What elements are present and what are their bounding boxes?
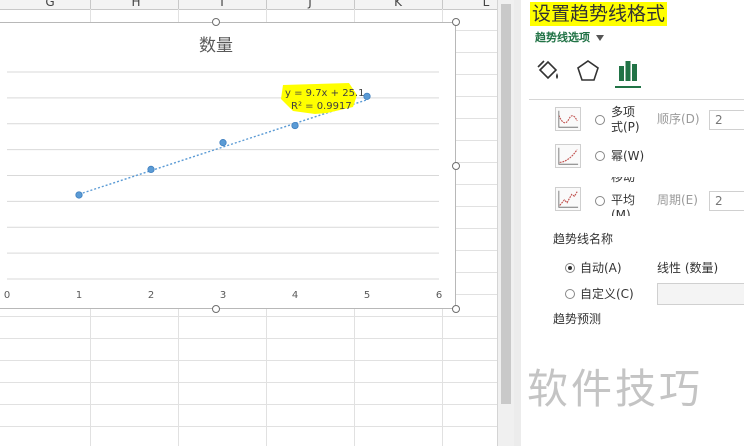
moving-average-icon	[555, 187, 581, 211]
scatter-chart[interactable]: 数量 0 1 2 3 4 5 6 y = 9.7x + 25.1 R² = 0.9917	[0, 18, 460, 313]
x-tick-label: 5	[364, 290, 370, 301]
cell-gridline	[0, 338, 497, 339]
resize-handle-top[interactable]	[212, 18, 220, 26]
column-separator	[354, 0, 355, 9]
data-point[interactable]	[75, 191, 83, 199]
data-point[interactable]	[363, 92, 371, 100]
paint-bucket-icon[interactable]	[535, 58, 561, 84]
watermark-text: 软件技巧	[527, 365, 703, 413]
x-tick-label: 6	[436, 290, 442, 301]
moving-average-label-line2: 平均	[611, 193, 636, 207]
forecast-heading: 趋势预测	[553, 312, 602, 326]
trendline-name-heading: 趋势线名称	[553, 232, 614, 246]
moving-average-radio[interactable]	[595, 196, 605, 206]
pane-title: 设置趋势线格式	[530, 2, 668, 26]
trendline-type-polynomial[interactable]: 多项 式(P) 顺序(D) 2	[515, 103, 744, 137]
data-point[interactable]	[219, 139, 227, 147]
column-header-i[interactable]: I	[212, 0, 232, 9]
watermark: 软件技巧	[527, 335, 744, 446]
custom-radio[interactable]	[565, 289, 575, 299]
worksheet[interactable]: G H I J K L 数量 0 1 2 3 4 5 6 y = 9.7x + 25.1 R…	[0, 0, 497, 446]
column-separator	[266, 0, 267, 9]
column-separator	[90, 0, 91, 9]
scrollbar-thumb[interactable]	[501, 4, 511, 404]
data-point[interactable]	[291, 121, 299, 130]
column-header-row: G H I J K L	[0, 0, 497, 10]
cell-gridline	[0, 360, 497, 361]
custom-name-input[interactable]	[657, 283, 744, 305]
resize-handle-right[interactable]	[452, 162, 460, 170]
trendline-type-moving-average[interactable]: 移动 平均 (M) 周期(E) 2	[515, 177, 744, 217]
trendline-type-power[interactable]: 幂(W)	[515, 140, 744, 174]
column-header-g[interactable]: G	[40, 0, 60, 9]
resize-handle-bottom-right[interactable]	[452, 305, 460, 313]
power-label: 幂(W)	[611, 149, 645, 163]
order-label: 顺序(D)	[657, 112, 700, 126]
trendline-equation: y = 9.7x + 25.1	[285, 88, 364, 99]
moving-average-label-line1: 移动	[611, 177, 635, 185]
polynomial-curve-icon	[555, 107, 581, 131]
x-tick-label: 3	[220, 290, 226, 301]
bar-chart-icon[interactable]	[615, 58, 641, 84]
data-point[interactable]	[147, 165, 155, 174]
chevron-down-icon	[596, 35, 604, 41]
resize-handle-top-right[interactable]	[452, 18, 460, 26]
trendline-name-custom[interactable]: 自定义(C)	[515, 282, 744, 306]
period-spinner[interactable]: 2	[709, 191, 744, 211]
cell-gridline	[0, 404, 497, 405]
trendline-options-dropdown[interactable]: 趋势线选项	[535, 29, 604, 45]
polynomial-label-line1: 多项	[611, 105, 636, 119]
resize-handle-bottom[interactable]	[212, 305, 220, 313]
chart-title[interactable]: 数量	[199, 36, 233, 56]
column-separator	[178, 0, 179, 9]
active-tab-indicator	[615, 86, 641, 88]
polynomial-radio[interactable]	[595, 115, 605, 125]
power-curve-icon	[555, 144, 581, 168]
auto-label: 自动(A)	[580, 261, 622, 275]
moving-average-label-line3: (M)	[611, 208, 631, 216]
vertical-scrollbar[interactable]	[497, 0, 515, 446]
x-tick-label: 0	[4, 290, 10, 301]
cell-gridline	[0, 382, 497, 383]
period-label: 周期(E)	[657, 193, 698, 207]
pane-divider	[529, 99, 744, 100]
polynomial-label-line2: 式(P)	[611, 120, 640, 134]
column-header-k[interactable]: K	[388, 0, 408, 9]
column-header-l[interactable]: L	[476, 0, 496, 9]
pane-border	[514, 0, 521, 446]
x-tick-label: 1	[76, 290, 82, 301]
moving-average-label-line1-text: 移动	[611, 177, 636, 184]
trendline-r-squared: R² = 0.9917	[291, 101, 352, 112]
auto-name-value: 线性 (数量)	[657, 261, 719, 275]
power-radio[interactable]	[595, 151, 605, 161]
cell-gridline	[0, 426, 497, 427]
custom-label: 自定义(C)	[580, 287, 634, 301]
linear-trendline[interactable]	[78, 99, 368, 195]
column-header-j[interactable]: J	[300, 0, 320, 9]
chart-plot: 数量 0 1 2 3 4 5 6 y = 9.7x + 25.1 R² = 0.9917	[4, 36, 442, 301]
column-separator	[442, 0, 443, 9]
x-axis-tick-labels: 0 1 2 3 4 5 6	[4, 290, 442, 301]
trendline-name-auto[interactable]: 自动(A) 线性 (数量)	[515, 255, 744, 277]
column-header-h[interactable]: H	[126, 0, 146, 9]
pentagon-icon[interactable]	[575, 58, 601, 84]
x-tick-label: 2	[148, 290, 154, 301]
cell-gridline	[0, 316, 497, 317]
chart-gridlines	[7, 71, 439, 280]
options-label: 趋势线选项	[535, 31, 590, 44]
order-spinner[interactable]: 2	[709, 110, 744, 130]
auto-radio[interactable]	[565, 263, 575, 273]
trendline-equation-label[interactable]: y = 9.7x + 25.1 R² = 0.9917	[281, 83, 364, 114]
x-tick-label: 4	[292, 290, 298, 301]
